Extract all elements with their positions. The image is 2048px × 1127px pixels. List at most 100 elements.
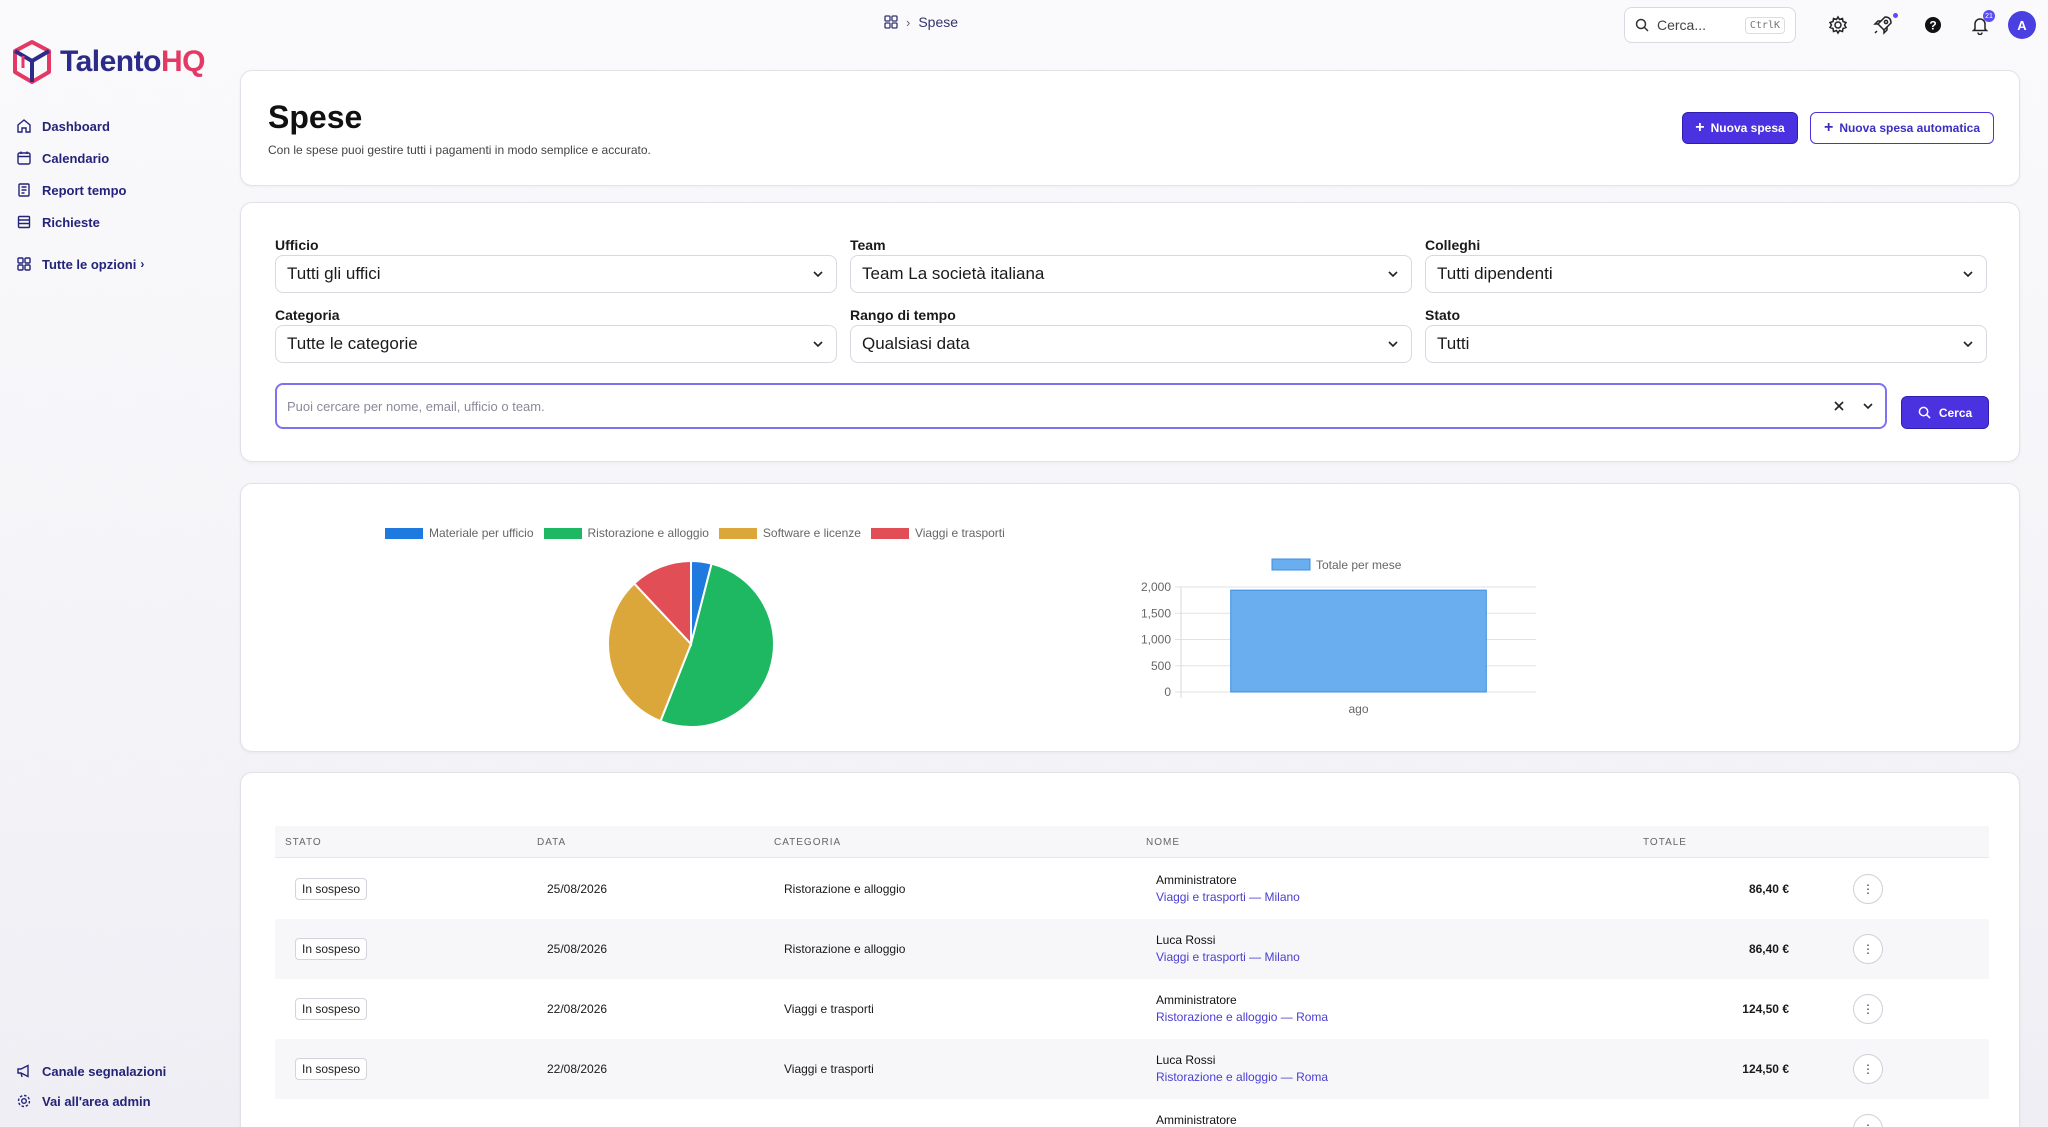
svg-text:?: ? bbox=[1929, 19, 1936, 33]
sidebar: TalentoHQ Dashboard Calendario Report te… bbox=[0, 0, 236, 1127]
table-row[interactable]: Amministratore ⋮ bbox=[275, 1099, 1989, 1127]
column-header-stato[interactable]: STATO bbox=[285, 837, 322, 848]
time-range-select[interactable]: Qualsiasi data bbox=[850, 325, 1412, 363]
row-total: 124,50 € bbox=[1742, 1062, 1789, 1076]
new-auto-expense-label: Nuova spesa automatica bbox=[1839, 121, 1981, 135]
search-shortcut: CtrlK bbox=[1744, 16, 1785, 34]
pie-legend: Materiale per ufficio Ristorazione e all… bbox=[385, 526, 1005, 540]
table-row[interactable]: In sospeso 25/08/2026 Ristorazione e allog… bbox=[275, 859, 1989, 919]
row-actions-button[interactable]: ⋮ bbox=[1853, 874, 1883, 904]
sidebar-item-label: Report tempo bbox=[42, 182, 127, 198]
table-row[interactable]: In sospeso 22/08/2026 Viaggi e trasporti Am… bbox=[275, 979, 1989, 1039]
row-name: Luca Rossi bbox=[1156, 933, 1216, 947]
search-button[interactable]: Cerca bbox=[1901, 396, 1989, 429]
row-detail-link[interactable]: Ristorazione e alloggio — Roma bbox=[1156, 1010, 1328, 1024]
global-search-placeholder: Cerca... bbox=[1657, 17, 1707, 33]
table-header: STATO DATA CATEGORIA NOME TOTALE bbox=[275, 826, 1989, 858]
sidebar-item-label: Calendario bbox=[42, 150, 110, 166]
colleagues-select[interactable]: Tutti dipendenti bbox=[1425, 255, 1987, 293]
row-name: Amministratore bbox=[1156, 993, 1237, 1007]
column-header-categoria[interactable]: CATEGORIA bbox=[774, 837, 841, 848]
legend-label: Software e licenze bbox=[762, 526, 861, 540]
page-header-card: Spese Con le spese puoi gestire tutti i … bbox=[240, 70, 2020, 186]
kebab-icon: ⋮ bbox=[1862, 1062, 1874, 1076]
new-auto-expense-button[interactable]: + Nuova spesa automatica bbox=[1810, 112, 1994, 144]
status-badge: In sospeso bbox=[295, 998, 368, 1020]
y-tick-label: 500 bbox=[1151, 659, 1171, 673]
row-total: 86,40 € bbox=[1748, 882, 1789, 896]
column-header-totale[interactable]: TOTALE bbox=[1643, 837, 1687, 848]
status-badge: In sospeso bbox=[295, 938, 368, 960]
office-select[interactable]: Tutti gli uffici bbox=[275, 255, 837, 293]
kebab-icon: ⋮ bbox=[1862, 882, 1874, 896]
sidebar-item-tutte-le-opzioni[interactable]: Tutte le opzioni › bbox=[16, 248, 144, 280]
row-detail-link[interactable]: Viaggi e trasporti — Milano bbox=[1156, 950, 1300, 964]
team-select[interactable]: Team La società italiana bbox=[850, 255, 1412, 293]
sidebar-item-area-admin[interactable]: Vai all'area admin bbox=[16, 1086, 166, 1116]
chevron-down-icon bbox=[1388, 271, 1398, 278]
row-detail-link[interactable]: Ristorazione e alloggio — Roma bbox=[1156, 1070, 1328, 1084]
y-tick-label: 2,000 bbox=[1141, 580, 1171, 594]
chevron-right-icon: › bbox=[140, 257, 145, 271]
grid-icon bbox=[17, 257, 31, 271]
legend-label: Ristorazione e alloggio bbox=[587, 526, 709, 540]
table-row[interactable]: In sospeso 22/08/2026 Viaggi e trasporti Lu… bbox=[275, 1039, 1989, 1099]
row-name: Luca Rossi bbox=[1156, 1053, 1216, 1067]
legend-item[interactable]: Software e licenze bbox=[718, 526, 861, 540]
row-actions-button[interactable]: ⋮ bbox=[1853, 934, 1883, 964]
global-search-input[interactable]: Cerca... CtrlK bbox=[1624, 7, 1796, 43]
sidebar-item-report-tempo[interactable]: Report tempo bbox=[16, 174, 144, 206]
legend-item[interactable]: Materiale per ufficio bbox=[385, 526, 534, 540]
app-logo[interactable]: TalentoHQ bbox=[12, 40, 205, 84]
home-icon bbox=[17, 119, 31, 133]
sidebar-nav: Dashboard Calendario Report tempo Richie… bbox=[16, 110, 144, 280]
sidebar-bottom-nav: Canale segnalazioni Vai all'area admin bbox=[16, 1056, 166, 1116]
filter-label-team: Team bbox=[850, 237, 886, 253]
sidebar-item-dashboard[interactable]: Dashboard bbox=[16, 110, 144, 142]
status-badge: In sospeso bbox=[295, 1058, 368, 1080]
search-icon bbox=[1635, 18, 1649, 32]
filter-label-stato: Stato bbox=[1425, 307, 1460, 323]
list-icon bbox=[17, 215, 31, 229]
legend-item[interactable]: Ristorazione e alloggio bbox=[543, 526, 709, 540]
legend-swatch bbox=[1271, 558, 1311, 571]
charts-card: Materiale per ufficio Ristorazione e all… bbox=[240, 483, 2020, 752]
avatar[interactable]: A bbox=[2008, 11, 2036, 39]
row-actions-button[interactable]: ⋮ bbox=[1853, 1054, 1883, 1084]
kebab-icon: ⋮ bbox=[1862, 942, 1874, 956]
office-select-value: Tutti gli uffici bbox=[287, 264, 381, 283]
row-name-cell: Amministratore Viaggi e trasporti — Milan… bbox=[1156, 873, 1300, 904]
row-actions-button[interactable]: ⋮ bbox=[1853, 1114, 1883, 1127]
search-icon bbox=[1918, 406, 1931, 419]
expenses-table-card: STATO DATA CATEGORIA NOME TOTALE In sosp… bbox=[240, 772, 2020, 1127]
apps-grid-icon[interactable] bbox=[884, 15, 898, 29]
column-header-nome[interactable]: NOME bbox=[1146, 837, 1180, 848]
status-select[interactable]: Tutti bbox=[1425, 325, 1987, 363]
clear-icon[interactable] bbox=[1833, 400, 1845, 412]
row-actions-button[interactable]: ⋮ bbox=[1853, 994, 1883, 1024]
people-search-input[interactable]: Puoi cercare per nome, email, ufficio o … bbox=[275, 383, 1887, 429]
breadcrumb-current[interactable]: Spese bbox=[918, 14, 958, 30]
calendar-icon bbox=[17, 151, 31, 165]
help-icon[interactable]: ? bbox=[1920, 12, 1946, 38]
settings-gear-icon[interactable] bbox=[1825, 12, 1851, 38]
filter-label-rango: Rango di tempo bbox=[850, 307, 956, 323]
sidebar-item-calendario[interactable]: Calendario bbox=[16, 142, 144, 174]
sidebar-item-canale-segnalazioni[interactable]: Canale segnalazioni bbox=[16, 1056, 166, 1086]
category-select[interactable]: Tutte le categorie bbox=[275, 325, 837, 363]
bar[interactable] bbox=[1230, 589, 1487, 693]
sidebar-item-richieste[interactable]: Richieste bbox=[16, 206, 144, 238]
new-expense-button[interactable]: + Nuova spesa bbox=[1682, 112, 1798, 144]
legend-item[interactable]: Viaggi e trasporti bbox=[870, 526, 1005, 540]
bar-chart: Totale per mese 2,000 1,500 1,000 500 0 ago bbox=[1141, 558, 1536, 716]
column-header-data[interactable]: DATA bbox=[537, 837, 566, 848]
table-row[interactable]: In sospeso 25/08/2026 Ristorazione e allog… bbox=[275, 919, 1989, 979]
chevron-down-icon[interactable] bbox=[1861, 399, 1875, 413]
notification-badge: 21 bbox=[1983, 10, 1995, 22]
plus-icon: + bbox=[1823, 119, 1834, 136]
row-name-cell: Amministratore Ristorazione e alloggio — … bbox=[1156, 993, 1328, 1024]
row-total: 86,40 € bbox=[1748, 942, 1789, 956]
category-select-value: Tutte le categorie bbox=[287, 334, 418, 353]
legend-swatch bbox=[718, 527, 757, 539]
row-detail-link[interactable]: Viaggi e trasporti — Milano bbox=[1156, 890, 1300, 904]
